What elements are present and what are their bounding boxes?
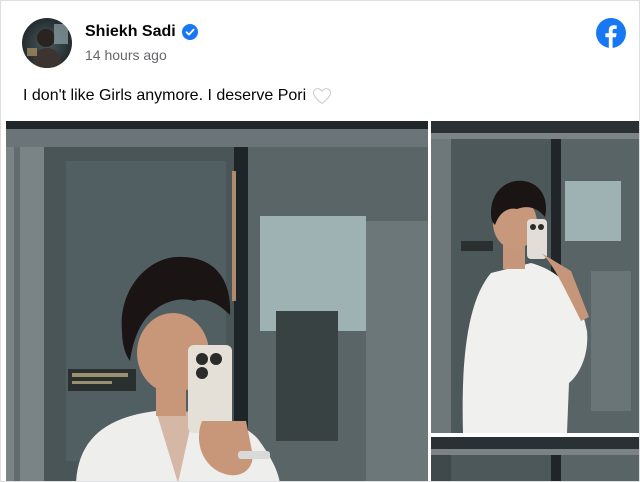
author-name[interactable]: Shiekh Sadi: [85, 23, 176, 41]
author-name-row: Shiekh Sadi: [85, 23, 198, 41]
post-message: I don't like Girls anymore. I deserve Po…: [23, 87, 332, 105]
post-photo-side-1[interactable]: [431, 121, 639, 433]
post-text: I don't like Girls anymore. I deserve Po…: [23, 87, 307, 104]
verified-badge-icon: [181, 24, 198, 40]
author-avatar[interactable]: [22, 18, 72, 68]
facebook-post-card: Shiekh Sadi 14 hours ago I don't like Gi…: [0, 0, 640, 482]
post-photo-main[interactable]: [6, 121, 428, 481]
post-header: Shiekh Sadi 14 hours ago: [1, 1, 639, 79]
white-heart-icon: [312, 87, 332, 105]
post-timestamp[interactable]: 14 hours ago: [85, 47, 167, 63]
post-photo-side-2[interactable]: [431, 437, 639, 481]
facebook-logo-icon[interactable]: [596, 18, 626, 48]
